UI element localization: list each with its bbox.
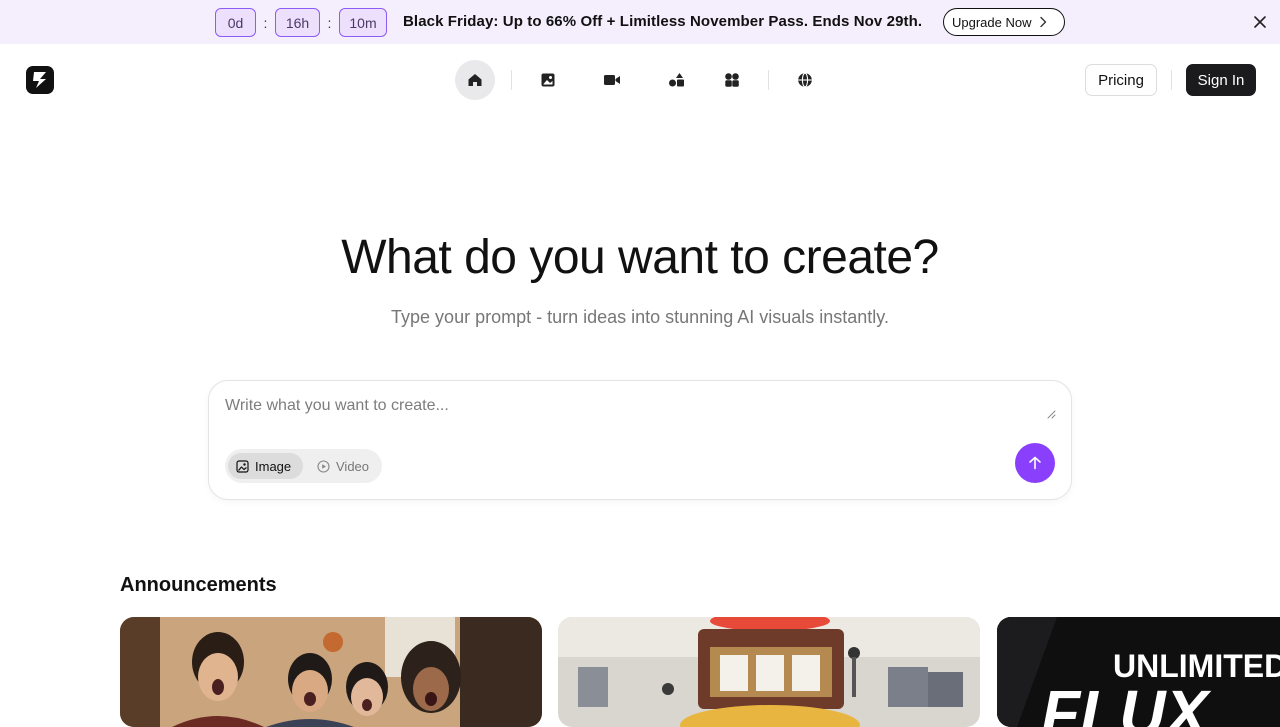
brand-logo[interactable]	[26, 66, 54, 94]
nav-shapes[interactable]	[656, 60, 696, 100]
promo-text: Black Friday: Up to 66% Off + Limitless …	[403, 13, 923, 30]
video-icon	[604, 75, 620, 85]
image-icon	[236, 459, 249, 473]
nav-apps[interactable]	[712, 60, 752, 100]
mode-image-button[interactable]: Image	[228, 453, 303, 479]
announcement-card[interactable]: UNLIMITED FLUX	[997, 617, 1280, 727]
sign-in-button[interactable]: Sign In	[1186, 64, 1256, 96]
countdown-separator: :	[327, 14, 332, 31]
resize-handle-icon[interactable]	[1046, 409, 1056, 419]
mode-image-label: Image	[255, 458, 292, 474]
countdown-separator: :	[263, 14, 268, 31]
play-icon	[317, 459, 330, 473]
mode-video-label: Video	[336, 458, 370, 474]
countdown-minutes: 10m	[339, 8, 387, 37]
card-promo-graphic: UNLIMITED FLUX	[997, 617, 1280, 727]
countdown-days: 0d	[215, 8, 256, 37]
send-button[interactable]	[1015, 443, 1055, 483]
nav-home[interactable]	[455, 60, 495, 100]
home-icon	[468, 74, 482, 86]
image-icon	[541, 73, 555, 87]
nav-video[interactable]	[592, 60, 632, 100]
globe-icon	[798, 72, 812, 88]
nav-image[interactable]	[528, 60, 568, 100]
announcement-card[interactable]	[120, 617, 542, 727]
nav-divider	[768, 70, 769, 90]
upgrade-now-label: Upgrade Now	[952, 14, 1032, 30]
chevron-right-icon	[1039, 16, 1046, 28]
arrow-up-icon	[1029, 456, 1041, 470]
announcements-title: Announcements	[120, 574, 277, 596]
countdown-timer: 0d : 16h : 10m	[215, 8, 387, 37]
nav-divider	[511, 70, 512, 90]
close-icon[interactable]	[1251, 13, 1269, 31]
nav-explore[interactable]	[785, 60, 825, 100]
card-slot-machine-image	[558, 617, 980, 727]
pricing-button[interactable]: Pricing	[1085, 64, 1157, 96]
shapes-icon	[668, 73, 684, 87]
prompt-input[interactable]	[225, 397, 1056, 423]
mode-toggle: Image Video	[225, 449, 382, 483]
upgrade-now-button[interactable]: Upgrade Now	[943, 8, 1065, 36]
announcement-card[interactable]	[558, 617, 980, 727]
promo-banner: 0d : 16h : 10m Black Friday: Up to 66% O…	[0, 0, 1280, 44]
prompt-box: Image Video	[208, 380, 1072, 500]
apps-icon	[725, 73, 739, 87]
hero-subtitle: Type your prompt - turn ideas into stunn…	[391, 307, 889, 327]
hero-title: What do you want to create?	[341, 231, 939, 284]
countdown-hours: 16h	[275, 8, 320, 37]
mode-video-button[interactable]: Video	[309, 453, 377, 479]
card-people-image	[120, 617, 542, 727]
header-divider	[1171, 70, 1172, 90]
